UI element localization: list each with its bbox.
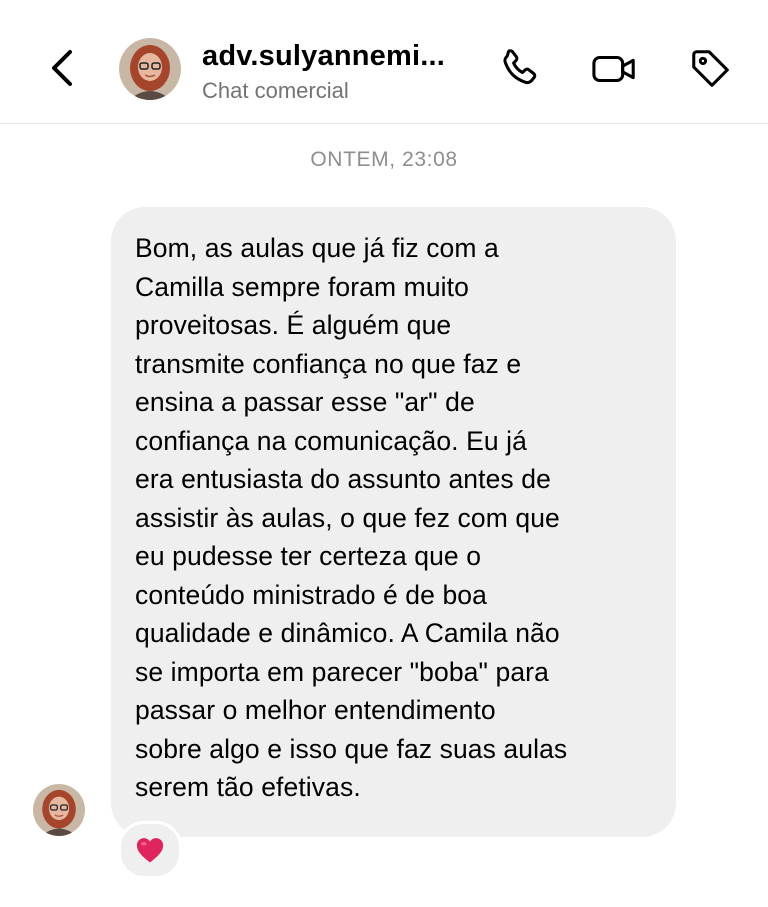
chat-name: adv.sulyannemi...: [202, 40, 446, 72]
phone-call-button[interactable]: [494, 44, 544, 94]
message-timestamp: ONTEM, 23:08: [310, 148, 458, 171]
back-button[interactable]: [38, 44, 86, 92]
message-bubble[interactable]: Bom, as aulas que já fiz com a Camilla s…: [111, 207, 676, 837]
tag-icon: [692, 50, 729, 87]
chat-subtitle: Chat comercial: [202, 78, 349, 103]
reaction-badge[interactable]: [118, 821, 182, 879]
video-call-icon: [592, 55, 635, 83]
chat-header: adv.sulyannemi... Chat comercial: [0, 0, 768, 124]
video-call-button[interactable]: [590, 44, 640, 94]
tag-button[interactable]: [686, 44, 736, 94]
sender-avatar[interactable]: [33, 784, 85, 836]
message-text: Bom, as aulas que já fiz com a Camilla s…: [135, 233, 568, 802]
heart-icon: [136, 838, 164, 863]
chevron-left-icon: [52, 50, 72, 86]
avatar[interactable]: [119, 38, 181, 100]
chat-screen: adv.sulyannemi... Chat comercial ONTEM, …: [0, 0, 768, 907]
chat-title-block[interactable]: adv.sulyannemi... Chat comercial: [202, 38, 482, 106]
phone-call-icon: [503, 49, 537, 85]
